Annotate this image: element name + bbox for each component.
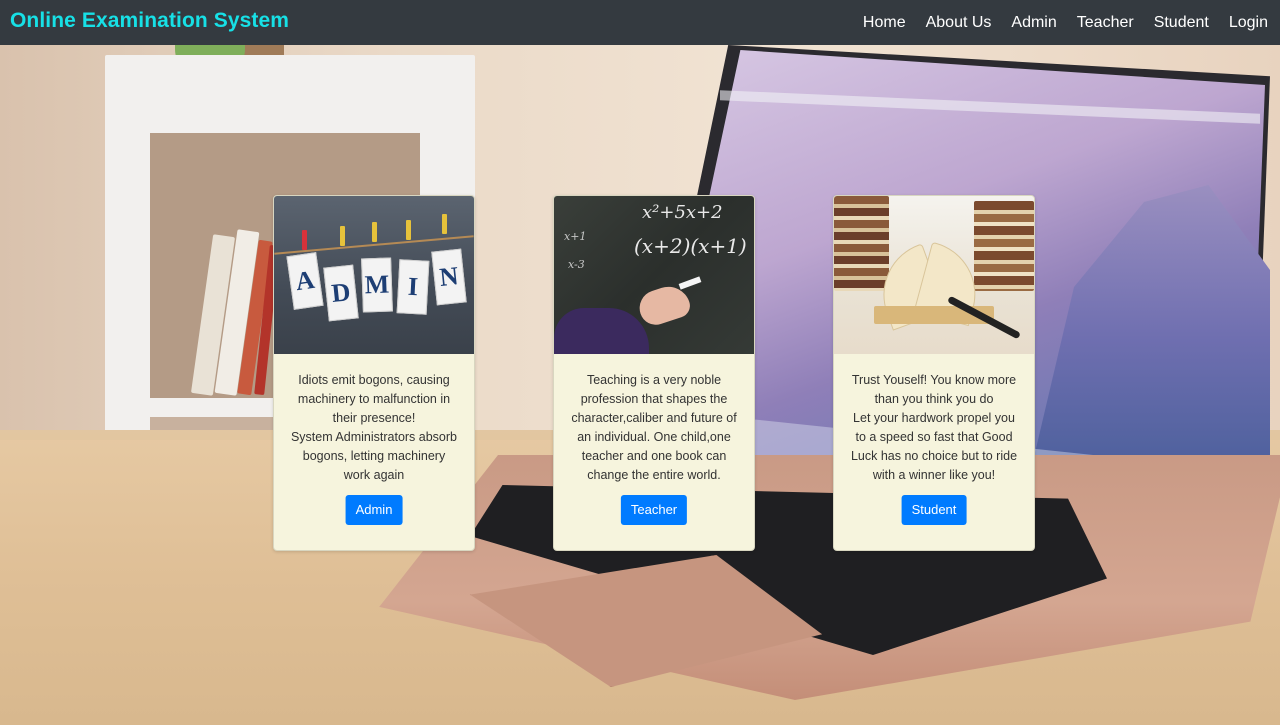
chalk-formula: (x+2)(x+1)	[634, 234, 747, 258]
letter-tile: D	[323, 264, 359, 322]
clothespin	[340, 226, 345, 246]
clothespin	[406, 220, 411, 240]
admin-button[interactable]: Admin	[345, 495, 403, 525]
letter-tile: N	[431, 248, 467, 306]
chalk-formula: x+1	[564, 230, 587, 243]
brand-link[interactable]: Online Examination System	[10, 9, 289, 33]
sleeve	[554, 308, 649, 354]
nav-teacher-link[interactable]: Teacher	[1077, 14, 1134, 32]
student-button[interactable]: Student	[901, 495, 967, 525]
clothespin	[442, 214, 447, 234]
teacher-card-image: x²+5x+2 (x+2)(x+1) x+1 x-3	[554, 196, 754, 354]
nav-student-link[interactable]: Student	[1154, 14, 1209, 32]
nav-about-link[interactable]: About Us	[926, 14, 992, 32]
clothespin	[372, 222, 377, 242]
admin-card: A D M I N Idiots emit bogons, causing ma…	[273, 195, 475, 551]
navbar: Online Examination System Home About Us …	[0, 0, 1280, 45]
nav-links: Home About Us Admin Teacher Student Logi…	[863, 0, 1280, 45]
teacher-button[interactable]: Teacher	[620, 495, 688, 525]
hand	[634, 281, 694, 329]
admin-card-text: Idiots emit bogons, causing machinery to…	[290, 373, 458, 482]
chalk-stick	[678, 276, 702, 290]
admin-card-image: A D M I N	[274, 196, 474, 354]
letter-tile: A	[286, 252, 324, 310]
book-stack	[974, 201, 1034, 291]
teacher-card-text: Teaching is a very noble profession that…	[571, 373, 737, 482]
nav-login-link[interactable]: Login	[1229, 14, 1268, 32]
student-card: Trust Youself! You know more than you th…	[833, 195, 1035, 551]
letter-tile: M	[361, 257, 393, 313]
student-card-text: Trust Youself! You know more than you th…	[850, 373, 1018, 482]
chalk-formula: x²+5x+2	[642, 202, 723, 223]
letter-tile: I	[396, 259, 430, 315]
chalk-formula: x-3	[568, 258, 585, 271]
clothespin	[302, 230, 307, 250]
student-card-image	[834, 196, 1034, 354]
book-stack	[834, 196, 889, 291]
nav-admin-link[interactable]: Admin	[1011, 14, 1056, 32]
nav-home-link[interactable]: Home	[863, 14, 906, 32]
teacher-card: x²+5x+2 (x+2)(x+1) x+1 x-3 Teaching is a…	[553, 195, 755, 551]
